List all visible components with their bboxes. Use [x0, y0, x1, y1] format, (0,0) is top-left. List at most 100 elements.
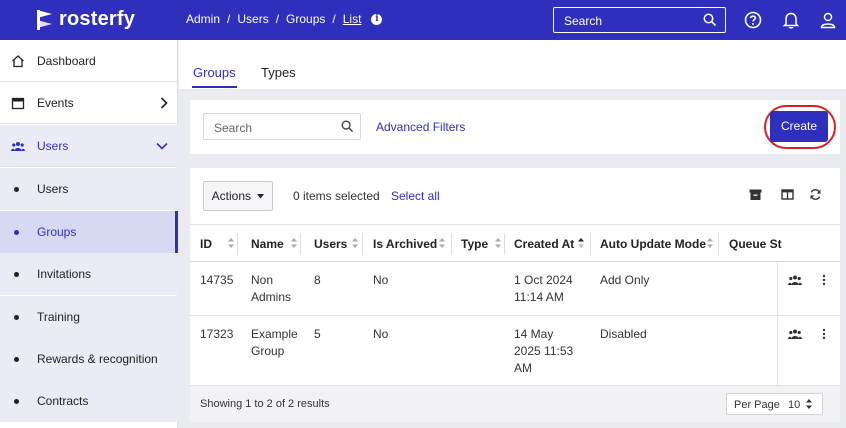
notification-bell-icon[interactable]	[781, 10, 801, 30]
chevron-down-icon	[156, 142, 168, 150]
sidebar-item-dashboard[interactable]: Dashboard	[0, 40, 178, 82]
sort-icon[interactable]	[495, 236, 501, 250]
bullet-icon	[14, 356, 19, 362]
sidebar-subitem-rewards[interactable]: Rewards & recognition	[0, 338, 178, 380]
tabs-bar: Groups Types	[179, 40, 846, 89]
refresh-icon[interactable]	[809, 188, 822, 201]
search-icon[interactable]	[703, 13, 717, 27]
calendar-icon	[11, 97, 25, 109]
bullet-icon	[14, 314, 19, 320]
bullet-icon	[14, 271, 19, 277]
sort-ascending-icon[interactable]	[578, 236, 584, 250]
search-icon[interactable]	[341, 120, 354, 133]
cell-created-at: 1 Oct 2024 11:14 AM	[514, 273, 573, 304]
sort-icon[interactable]	[291, 236, 297, 250]
sidebar-subitem-groups[interactable]: Groups	[0, 211, 178, 253]
sidebar-subitem-training[interactable]: Training	[0, 296, 178, 338]
sidebar-subitem-label: Contracts	[37, 394, 89, 408]
more-options-icon[interactable]	[822, 328, 826, 340]
per-page-label: Per Page	[734, 399, 780, 411]
column-header-id[interactable]: ID	[200, 237, 234, 251]
cell-id: 14735	[200, 273, 234, 287]
sidebar-subitem-label: Groups	[37, 225, 77, 239]
bullet-icon	[14, 186, 19, 192]
cell-auto-update-mode: Disabled	[600, 327, 647, 341]
sidebar: Dashboard Events Users Users Groups Invi…	[0, 40, 178, 428]
archive-icon[interactable]	[749, 188, 762, 201]
table-header: ID Name Users Is Archived Type Created A…	[190, 224, 840, 262]
select-all-link[interactable]: Select all	[391, 189, 440, 203]
help-icon[interactable]	[743, 10, 763, 30]
column-separator[interactable]	[590, 233, 591, 255]
sidebar-subitem-contracts[interactable]: Contracts	[0, 380, 178, 422]
column-header-is-archived[interactable]: Is Archived	[373, 237, 445, 251]
create-button[interactable]: Create	[770, 111, 828, 142]
column-header-created-at[interactable]: Created At	[514, 237, 584, 251]
chevron-right-icon	[160, 96, 168, 109]
search-input[interactable]: Search	[203, 113, 361, 140]
bullet-icon	[14, 229, 19, 235]
cell-name: Example Group	[251, 327, 298, 358]
column-header-queue-status[interactable]: Queue St	[729, 237, 782, 251]
breadcrumb-admin[interactable]: Admin	[186, 12, 220, 26]
group-members-icon[interactable]	[788, 328, 802, 340]
actions-dropdown[interactable]: Actions	[203, 181, 273, 211]
sidebar-subitem-label: Users	[37, 182, 69, 196]
rosterfy-logo-icon	[37, 9, 52, 30]
column-separator[interactable]	[451, 233, 452, 255]
sort-icon[interactable]	[439, 236, 445, 250]
cell-id: 17323	[200, 327, 234, 341]
more-options-icon[interactable]	[822, 274, 826, 286]
sort-icon[interactable]	[707, 236, 713, 250]
cell-is-archived: No	[373, 273, 389, 287]
group-members-icon[interactable]	[788, 274, 802, 286]
column-separator[interactable]	[362, 233, 363, 255]
breadcrumb-separator: /	[275, 12, 280, 26]
advanced-filters-link[interactable]: Advanced Filters	[376, 120, 465, 134]
table-row[interactable]: 14735 Non Admins 8 No 1 Oct 2024 11:14 AM …	[190, 262, 840, 316]
row-actions	[777, 316, 840, 385]
column-header-users[interactable]: Users	[314, 237, 358, 251]
row-actions	[777, 262, 840, 315]
sidebar-item-label: Dashboard	[37, 53, 96, 68]
breadcrumb-separator: /	[332, 12, 336, 26]
column-separator[interactable]	[504, 233, 505, 255]
search-placeholder: Search	[214, 121, 253, 135]
active-tab-indicator	[192, 86, 237, 88]
column-header-type[interactable]: Type	[461, 237, 501, 251]
columns-icon[interactable]	[781, 188, 794, 201]
breadcrumb-list[interactable]: List	[343, 12, 362, 26]
sidebar-subitem-label: Training	[37, 310, 80, 324]
breadcrumb-groups[interactable]: Groups	[286, 12, 325, 26]
table-card: Actions 0 items selected Select all ID N…	[190, 168, 840, 422]
tab-types[interactable]: Types	[261, 65, 296, 80]
global-search-input[interactable]: Search	[553, 7, 726, 33]
logo[interactable]: rosterfy	[36, 8, 135, 31]
per-page-select[interactable]: Per Page 10	[726, 393, 823, 415]
cell-users: 5	[314, 327, 321, 341]
results-summary: Showing 1 to 2 of 2 results	[200, 398, 330, 410]
sort-icon[interactable]	[352, 236, 358, 250]
sidebar-item-label: Users	[37, 138, 69, 153]
table-footer: Showing 1 to 2 of 2 results Per Page 10	[190, 386, 840, 422]
column-separator[interactable]	[718, 233, 719, 255]
sidebar-item-label: Events	[37, 95, 74, 110]
breadcrumb: Admin / Users / Groups / List i	[186, 12, 383, 26]
sidebar-subitem-users[interactable]: Users	[0, 168, 178, 210]
info-icon[interactable]: i	[371, 13, 383, 25]
selected-count: 0 items selected	[293, 189, 380, 203]
column-header-name[interactable]: Name	[251, 237, 297, 251]
user-profile-icon[interactable]	[818, 10, 838, 30]
sort-icon[interactable]	[228, 236, 234, 250]
caret-down-icon	[257, 194, 265, 199]
column-header-auto-update-mode[interactable]: Auto Update Mode	[600, 237, 713, 251]
column-separator[interactable]	[237, 233, 238, 255]
breadcrumb-users[interactable]: Users	[237, 12, 268, 26]
table-row[interactable]: 17323 Example Group 5 No 14 May 2025 11:53…	[190, 316, 840, 386]
cell-is-archived: No	[373, 327, 389, 341]
sidebar-item-events[interactable]: Events	[0, 82, 178, 124]
tab-groups[interactable]: Groups	[193, 65, 236, 80]
column-separator[interactable]	[300, 233, 301, 255]
sidebar-subitem-invitations[interactable]: Invitations	[0, 253, 178, 295]
sidebar-item-users[interactable]: Users	[0, 125, 178, 167]
